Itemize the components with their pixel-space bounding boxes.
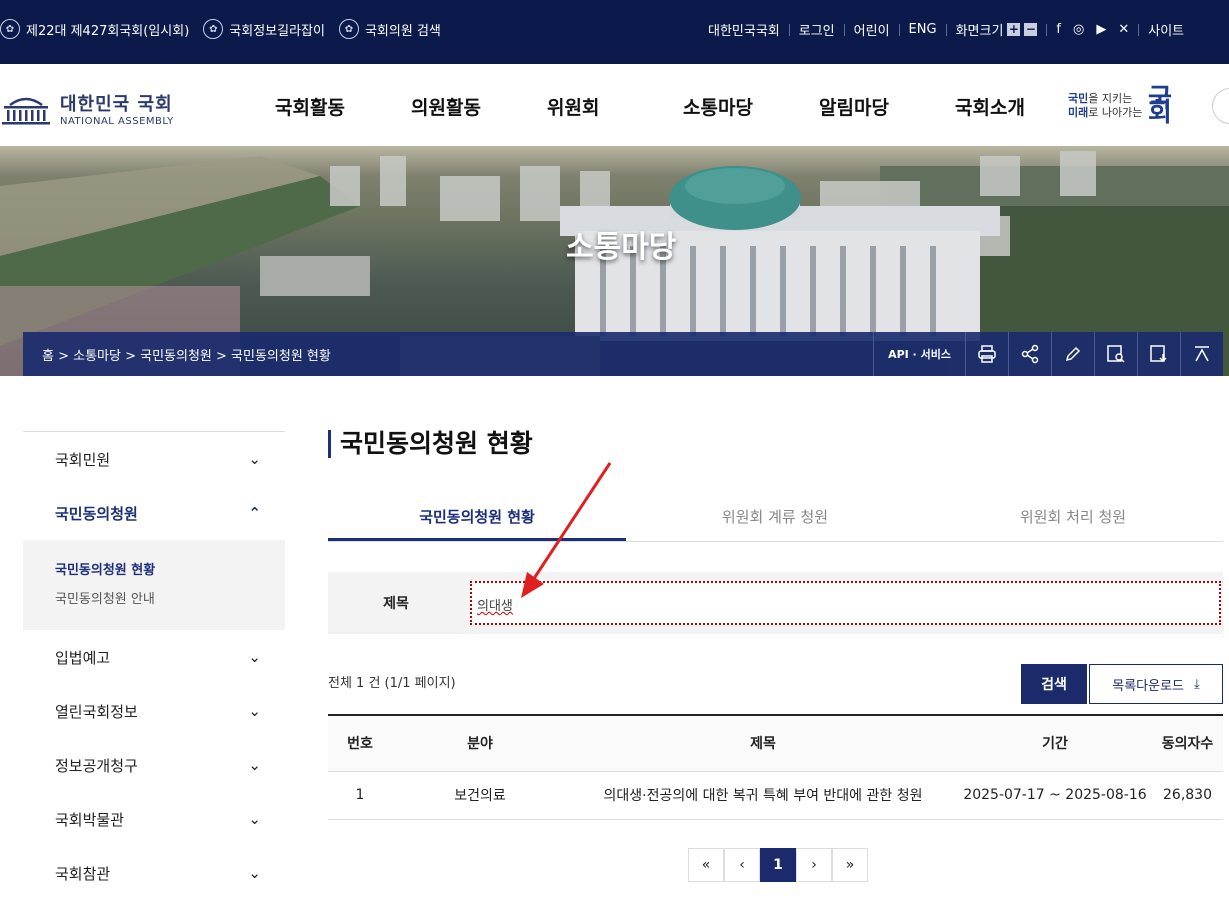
info-guide-link[interactable]: ✿ 국회정보길라잡이 [203, 19, 325, 39]
logo-subtitle: NATIONAL ASSEMBLY [60, 116, 174, 127]
sidebar-item-petition[interactable]: 국민동의청원 ⌃ [23, 486, 285, 540]
facebook-icon[interactable]: f [1056, 22, 1061, 37]
search-button[interactable]: 검색 [1021, 664, 1087, 704]
sidebar-item-open-info[interactable]: 열린국회정보 ⌄ [23, 684, 285, 738]
nav-item[interactable]: 소통마당 [683, 93, 819, 120]
slogan: 국민을 지키는 미래로 나아가는 국회 [1068, 86, 1172, 126]
sidebar-item-legislation-notice[interactable]: 입법예고 ⌄ [23, 630, 285, 684]
chevron-down-icon: ⌄ [248, 450, 261, 468]
edit-pencil-icon[interactable] [1051, 332, 1094, 376]
logo-title: 대한민국 국회 [60, 94, 173, 115]
page-title: 국민동의청원 현황 [328, 430, 533, 458]
emblem-icon: ✿ [203, 19, 224, 39]
slogan-line1-b: 을 지키는 [1088, 92, 1133, 105]
cell-number: 1 [328, 771, 392, 820]
table-row[interactable]: 1 보건의료 의대생·전공의에 대한 복귀 특혜 부여 반대에 관한 청원 20… [328, 771, 1223, 820]
assembly-building-icon [2, 97, 50, 124]
sidebar: 국회민원 ⌄ 국민동의청원 ⌃ 국민동의청원 현황 국민동의청원 안내 입법예고 ⌄ … [23, 431, 285, 900]
nav-item[interactable]: 국회소개 [955, 93, 1025, 120]
col-header-number: 번호 [328, 715, 392, 772]
nav-item[interactable]: 국회활동 [275, 93, 411, 120]
chevron-down-icon: ⌄ [248, 810, 261, 828]
page-1-button[interactable]: 1 [760, 848, 796, 882]
chevron-down-icon: ⌄ [248, 702, 261, 720]
slogan-line2-b: 로 나아가는 [1088, 106, 1143, 119]
api-service-button[interactable]: API · 서비스 [873, 332, 965, 376]
nav-item[interactable]: 위원회 [547, 93, 683, 120]
member-search-link[interactable]: ✿ 국회의원 검색 [338, 19, 441, 39]
nav-item[interactable]: 의원활동 [411, 93, 547, 120]
slogan-line1-a: 국민 [1068, 92, 1089, 105]
result-count: 전체 1 건 (1/1 페이지) [328, 676, 456, 691]
global-search-button[interactable] [1212, 88, 1229, 124]
link-assembly[interactable]: 대한민국국회 [708, 20, 780, 39]
doc-download-icon[interactable] [1137, 332, 1180, 376]
emblem-icon: ✿ [0, 19, 20, 39]
chevron-down-icon: ⌄ [248, 648, 261, 666]
nav-item[interactable]: 알림마당 [819, 93, 955, 120]
col-header-field: 분야 [392, 715, 568, 772]
emblem-icon: ✿ [338, 19, 359, 39]
cell-period: 2025-07-17 ~ 2025-08-16 [958, 771, 1152, 820]
main-header: 대한민국 국회 NATIONAL ASSEMBLY 국회활동 의원활동 위원회 … [0, 64, 1229, 146]
slogan-line2-a: 미래 [1068, 106, 1089, 119]
petition-table: 번호 분야 제목 기간 동의자수 1 보건의료 의대생·전공의에 대한 복귀 특… [328, 714, 1223, 820]
search-title-label: 제목 [383, 596, 409, 612]
link-login[interactable]: 로그인 [799, 20, 835, 39]
top-utility-bar: ✿ 제22대 제427회국회(임시회) ✿ 국회정보길라잡이 ✿ 국회의원 검색 대한… [0, 0, 1229, 64]
tab-petition-status[interactable]: 국민동의청원 현황 [328, 490, 626, 541]
sidebar-item-museum[interactable]: 국회박물관 ⌄ [23, 792, 285, 846]
prev-page-button[interactable]: ‹ [724, 848, 760, 882]
sitemap-link[interactable]: 사이트 [1148, 20, 1184, 39]
list-download-button[interactable]: 목록다운로드 ⤓ [1089, 664, 1223, 704]
session-link[interactable]: ✿ 제22대 제427회국회(임시회) [0, 19, 189, 39]
search-form: 제목 의대생 [328, 572, 1223, 634]
col-header-title: 제목 [568, 715, 958, 772]
sidebar-item-info-request[interactable]: 정보공개청구 ⌄ [23, 738, 285, 792]
x-twitter-icon[interactable]: ✕ [1118, 22, 1129, 37]
scroll-top-icon[interactable] [1180, 332, 1223, 376]
title-search-input[interactable]: 의대생 [470, 581, 1221, 625]
sidebar-item-visit[interactable]: 국회참관 ⌄ [23, 846, 285, 900]
cell-agree-count: 26,830 [1152, 771, 1223, 820]
main-nav: 국회활동 의원활동 위원회 소통마당 알림마당 국회소개 [275, 93, 1025, 120]
last-page-button[interactable]: » [832, 848, 868, 882]
link-kids[interactable]: 어린이 [854, 20, 890, 39]
cell-title-link[interactable]: 의대생·전공의에 대한 복귀 특혜 부여 반대에 관한 청원 [568, 771, 958, 820]
doc-search-icon[interactable] [1094, 332, 1137, 376]
tab-processed-petitions[interactable]: 위원회 처리 청원 [924, 490, 1222, 541]
search-input-value: 의대생 [477, 599, 513, 614]
link-english[interactable]: ENG [909, 22, 937, 37]
slogan-big: 국회 [1148, 84, 1172, 128]
chevron-down-icon: ⌄ [248, 756, 261, 774]
col-header-period: 기간 [958, 715, 1152, 772]
breadcrumb[interactable]: 홈 > 소통마당 > 국민동의청원 > 국민동의청원 현황 [42, 345, 331, 364]
tab-pending-petitions[interactable]: 위원회 계류 청원 [626, 490, 924, 541]
col-header-agree-count: 동의자수 [1152, 715, 1223, 772]
print-icon[interactable] [965, 332, 1008, 376]
share-icon[interactable] [1008, 332, 1051, 376]
sidebar-subitem-status[interactable]: 국민동의청원 현황 [55, 556, 253, 585]
youtube-icon[interactable]: ▶ [1096, 22, 1106, 37]
next-page-button[interactable]: › [796, 848, 832, 882]
hero-title: 소통마당 [566, 230, 677, 265]
first-page-button[interactable]: « [688, 848, 724, 882]
pagination: « ‹ 1 › » [688, 848, 868, 882]
assembly-logo[interactable]: 대한민국 국회 NATIONAL ASSEMBLY [0, 90, 174, 127]
zoom-in-button[interactable]: + [1007, 23, 1021, 36]
font-size-label: 화면크기 [955, 24, 1004, 39]
download-icon: ⤓ [1194, 676, 1200, 692]
zoom-out-button[interactable]: − [1024, 23, 1038, 36]
breadcrumb-bar: 홈 > 소통마당 > 국민동의청원 > 국민동의청원 현황 API · 서비스 [23, 332, 1223, 376]
instagram-icon[interactable]: ◎ [1073, 22, 1084, 37]
chevron-down-icon: ⌄ [248, 864, 261, 882]
sidebar-item-civil-complaint[interactable]: 국회민원 ⌄ [23, 432, 285, 486]
sidebar-submenu: 국민동의청원 현황 국민동의청원 안내 [23, 540, 285, 630]
cell-field: 보건의료 [392, 771, 568, 820]
sidebar-subitem-guide[interactable]: 국민동의청원 안내 [55, 585, 253, 614]
tab-bar: 국민동의청원 현황 위원회 계류 청원 위원회 처리 청원 [328, 490, 1223, 542]
chevron-up-icon: ⌃ [248, 504, 261, 522]
